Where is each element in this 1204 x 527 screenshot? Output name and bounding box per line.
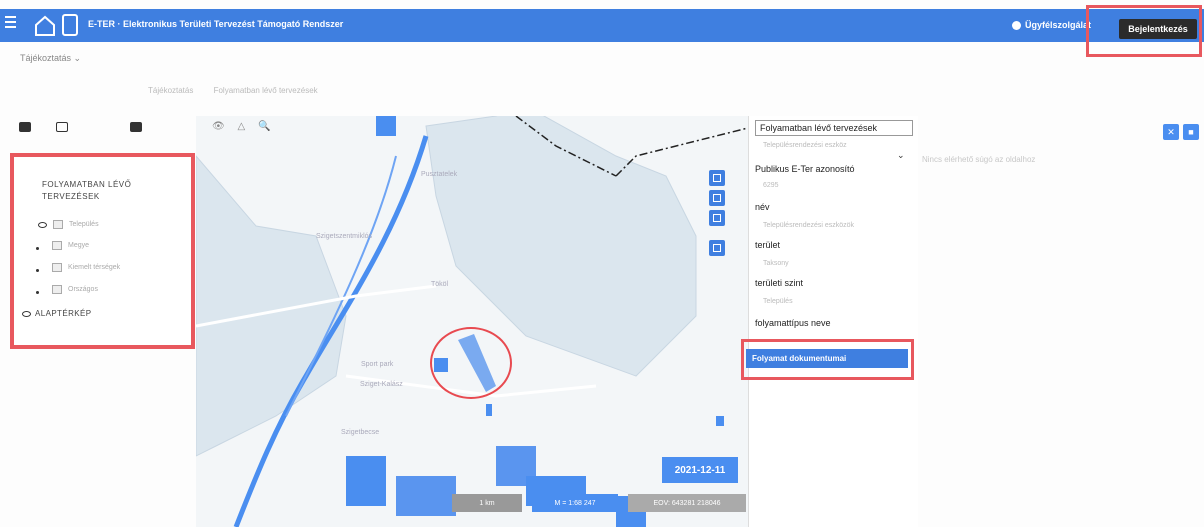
subtab-ongoing[interactable]: Folyamatban lévő tervezések xyxy=(214,86,318,95)
eye-icon[interactable] xyxy=(38,221,47,228)
layer-group-title-line1: FOLYAMATBAN LÉVŐ xyxy=(42,180,132,189)
app-title: E-TER · Elektronikus Területi Tervezést … xyxy=(88,19,344,29)
selection-circle xyxy=(430,327,512,399)
layer-color-icon xyxy=(52,285,62,294)
layer-panel: FOLYAMATBAN LÉVŐ TERVEZÉSEK Település Me… xyxy=(10,153,195,349)
field-label: név xyxy=(755,202,770,212)
help-icon[interactable] xyxy=(1012,21,1021,30)
field-value: Taksony xyxy=(763,260,789,267)
layer-item-kiemelt[interactable]: Kiemelt térségek xyxy=(52,263,120,272)
parcel xyxy=(376,116,396,136)
parcel xyxy=(346,456,386,506)
detail-panel: Folyamatban lévő tervezések Településren… xyxy=(748,116,918,527)
map-label: Szigetszentmiklós xyxy=(316,233,373,240)
layer-item-orszagos[interactable]: Országos xyxy=(52,285,98,294)
field-label: folyamattípus neve xyxy=(755,318,831,328)
login-highlight xyxy=(1086,5,1202,57)
eye-icon[interactable] xyxy=(22,310,31,317)
subtabs: Tájékoztatás Folyamatban lévő tervezések xyxy=(148,86,336,95)
map-label: Szigetbecse xyxy=(341,429,379,436)
documents-highlight xyxy=(741,339,914,380)
scale-selector[interactable]: M = 1:68 247 xyxy=(532,494,618,512)
measure-icon[interactable]: △ xyxy=(237,121,245,132)
help-text: Nincs elérhető súgó az oldalhoz xyxy=(922,155,1036,164)
help-link[interactable]: Ügyfélszolgálat xyxy=(1025,20,1091,30)
bullet-icon xyxy=(36,291,39,294)
field-label: Publikus E-Ter azonosító xyxy=(755,164,855,174)
layer-color-icon xyxy=(52,241,62,250)
map-icon[interactable] xyxy=(56,122,68,132)
layer-label: Megye xyxy=(68,242,90,249)
map-label: Pusztatelek xyxy=(421,171,458,178)
map-area xyxy=(196,155,347,457)
bullet-icon xyxy=(36,269,39,272)
chevron-down-icon[interactable]: ⌄ xyxy=(897,150,905,161)
layer-label: Kiemelt térségek xyxy=(68,264,121,271)
subtab-info[interactable]: Tájékoztatás xyxy=(148,86,193,95)
field-label: terület xyxy=(755,240,781,250)
layer-item-megye[interactable]: Megye xyxy=(52,241,89,250)
date-badge: 2021-12-11 xyxy=(662,457,738,483)
detail-dropdown[interactable]: Településrendezési eszköz xyxy=(763,142,847,149)
layers-icon[interactable] xyxy=(19,122,31,132)
layer-group-title-line2: TERVEZÉSEK xyxy=(42,192,100,201)
layer-group-title[interactable]: FOLYAMATBAN LÉVŐ TERVEZÉSEK xyxy=(42,179,152,203)
menu-icon[interactable] xyxy=(5,16,16,34)
zoom-icon[interactable]: 🔍 xyxy=(258,121,270,132)
eye-icon[interactable]: 👁 xyxy=(212,121,225,132)
info-menu[interactable]: Tájékoztatás ⌄ xyxy=(20,53,81,64)
app-root: E-TER · Elektronikus Területi Tervezést … xyxy=(0,0,1204,527)
map-label: Tököl xyxy=(431,281,449,288)
layer-item-telepules[interactable]: Település xyxy=(38,220,99,229)
detail-header: Folyamatban lévő tervezések xyxy=(755,120,913,136)
coordinates-display: EOV: 643281 218046 xyxy=(628,494,746,512)
parcel xyxy=(396,476,456,516)
parcel xyxy=(716,416,724,426)
print-icon[interactable] xyxy=(130,122,142,132)
zoom-in-button[interactable] xyxy=(709,190,725,206)
panel-toggle-icon[interactable]: ■ xyxy=(1183,124,1199,140)
base-map-layer[interactable]: ALAPTÉRKÉP xyxy=(22,309,91,318)
map-label: Sziget-Kalász xyxy=(360,381,403,388)
layer-color-icon xyxy=(52,263,62,272)
fullscreen-button[interactable] xyxy=(709,240,725,256)
tablet-icon[interactable] xyxy=(62,14,78,36)
base-map-label: ALAPTÉRKÉP xyxy=(35,309,92,318)
map-toolbar: 👁 △ 🔍 xyxy=(212,121,292,141)
parcel xyxy=(486,404,492,416)
map-label: Sport park xyxy=(361,361,394,368)
layer-label: Országos xyxy=(68,286,98,293)
bullet-icon xyxy=(36,247,39,250)
chevron-down-icon: ⌄ xyxy=(73,53,82,63)
home-icon[interactable] xyxy=(33,14,57,38)
scale-label: 1 km xyxy=(452,494,522,512)
info-menu-label: Tájékoztatás xyxy=(20,53,72,63)
field-value: 6295 xyxy=(763,182,779,189)
home-zoom-button[interactable] xyxy=(709,170,725,186)
field-value: Településrendezési eszközök xyxy=(763,222,855,229)
zoom-out-button[interactable] xyxy=(709,210,725,226)
field-label: területi szint xyxy=(755,278,804,288)
close-icon[interactable]: ✕ xyxy=(1163,124,1179,140)
layer-label: Település xyxy=(69,221,99,228)
field-value: Település xyxy=(763,298,793,305)
layer-color-icon xyxy=(53,220,63,229)
